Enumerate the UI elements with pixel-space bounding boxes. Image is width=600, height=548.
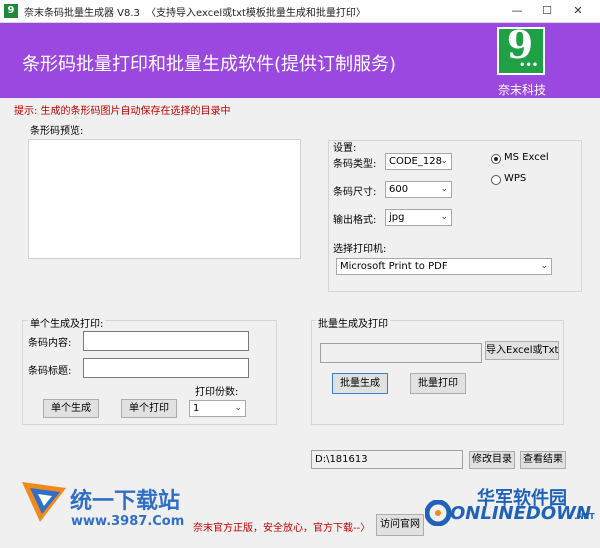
- chevron-down-icon: ⌄: [440, 212, 448, 222]
- watermark-right-suffix: .NET: [574, 512, 595, 521]
- barcode-preview: [28, 139, 301, 259]
- hint-text: 提示: 生成的条形码图片自动保存在选择的目录中: [14, 106, 231, 117]
- watermark-left-cn: 统一下载站: [70, 489, 181, 514]
- radio-wps[interactable]: [491, 175, 501, 185]
- size-value: 600: [389, 184, 409, 195]
- radio-excel[interactable]: [491, 154, 501, 164]
- brand-name: 奈末科技: [497, 83, 546, 97]
- radio-wps-label[interactable]: WPS: [504, 173, 526, 184]
- watermark-left-url: www.3987.Com: [71, 514, 185, 529]
- copies-value: 1: [193, 403, 200, 414]
- view-result-button[interactable]: 查看结果: [520, 451, 566, 469]
- single-print-button[interactable]: 单个打印: [121, 399, 177, 418]
- import-button[interactable]: 导入Excel或Txt: [485, 341, 559, 360]
- change-dir-button[interactable]: 修改目录: [469, 451, 515, 469]
- copies-label: 打印份数:: [195, 387, 239, 398]
- format-label: 输出格式:: [333, 215, 377, 226]
- content-label: 条码内容:: [28, 338, 72, 349]
- minimize-button[interactable]: —: [502, 0, 532, 22]
- chevron-down-icon: ⌄: [234, 403, 242, 413]
- type-select[interactable]: CODE_128 ⌄: [385, 153, 452, 170]
- single-generate-button[interactable]: 单个生成: [43, 399, 99, 418]
- window-subtitle: 〈支持导入excel或txt模板批量生成和批量打印〉: [146, 8, 366, 19]
- batch-print-button[interactable]: 批量打印: [410, 373, 466, 394]
- caption-input[interactable]: [83, 358, 249, 378]
- chevron-down-icon: ⌄: [540, 261, 548, 271]
- watermark-right-en: ONLINEDOWN: [450, 503, 592, 524]
- format-select[interactable]: jpg ⌄: [385, 209, 452, 226]
- banner-title: 条形码批量打印和批量生成软件(提供订制服务): [22, 54, 397, 75]
- visit-site-button[interactable]: 访问官网: [376, 514, 424, 536]
- size-select[interactable]: 600 ⌄: [385, 181, 452, 198]
- radio-excel-label[interactable]: MS Excel: [504, 152, 549, 163]
- footer-notice: 奈末官方正版，安全放心，官方下载--〉: [193, 523, 371, 534]
- logo-dots: •••: [519, 60, 539, 71]
- settings-title: 设置:: [333, 143, 357, 154]
- chevron-down-icon: ⌄: [440, 184, 448, 194]
- printer-value: Microsoft Print to PDF: [340, 261, 448, 272]
- onlinedown-logo-icon: [425, 500, 451, 526]
- size-label: 条码尺寸:: [333, 187, 377, 198]
- output-path-field[interactable]: D:\181613: [311, 450, 463, 469]
- close-button[interactable]: ✕: [563, 0, 593, 22]
- content-input[interactable]: [83, 331, 249, 351]
- format-value: jpg: [389, 212, 405, 223]
- chevron-down-icon: ⌄: [440, 156, 448, 166]
- type-label: 条码类型:: [333, 159, 377, 170]
- single-title: 单个生成及打印:: [28, 315, 106, 330]
- printer-select[interactable]: Microsoft Print to PDF ⌄: [336, 258, 552, 275]
- title-bar[interactable]: 9 奈末条码批量生成器 V8.3 〈支持导入excel或txt模板批量生成和批量…: [0, 0, 600, 23]
- batch-file-field[interactable]: [320, 343, 482, 363]
- copies-select[interactable]: 1 ⌄: [189, 400, 246, 417]
- printer-label: 选择打印机:: [333, 244, 387, 255]
- app-icon: 9: [4, 4, 18, 18]
- window-title: 奈末条码批量生成器 V8.3: [24, 8, 140, 19]
- download-site-logo-icon: [22, 482, 66, 522]
- batch-title: 批量生成及打印: [316, 315, 390, 330]
- maximize-button[interactable]: ☐: [532, 0, 562, 22]
- batch-generate-button[interactable]: 批量生成: [332, 373, 388, 394]
- preview-label: 条形码预览:: [30, 126, 84, 137]
- caption-label: 条码标题:: [28, 366, 72, 377]
- type-value: CODE_128: [389, 156, 442, 167]
